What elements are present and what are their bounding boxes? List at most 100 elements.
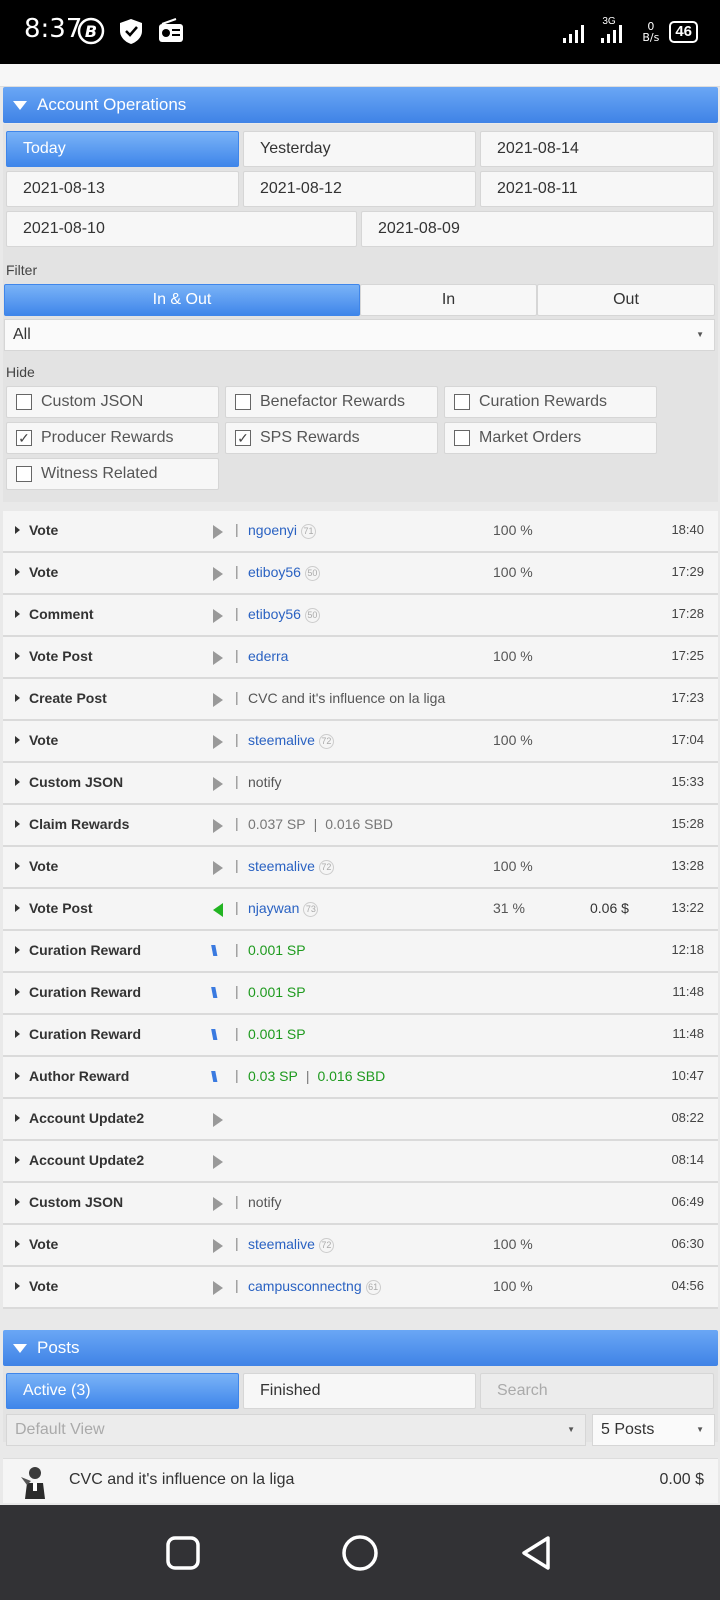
expand-arrow-icon[interactable]	[15, 778, 20, 786]
search-input[interactable]: Search	[480, 1373, 714, 1409]
expand-arrow-icon[interactable]	[15, 946, 20, 954]
operation-row[interactable]: Comment | etiboy56 50 17:28	[3, 595, 718, 637]
operation-row[interactable]: Account Update2 08:22	[3, 1099, 718, 1141]
expand-arrow-icon[interactable]	[15, 694, 20, 702]
filter-tab-in[interactable]: In	[360, 284, 537, 316]
svg-text:B: B	[85, 22, 97, 41]
date-button[interactable]: 2021-08-09	[361, 211, 714, 247]
date-button[interactable]: 2021-08-12	[243, 171, 476, 207]
filter-type-select[interactable]: All ▼	[4, 319, 715, 351]
username-link[interactable]: njaywan	[248, 900, 299, 916]
radio-icon	[159, 18, 183, 42]
operation-row[interactable]: Vote | steemalive 72 100 % 17:04	[3, 721, 718, 763]
checkbox-box	[235, 394, 251, 410]
expand-arrow-icon[interactable]	[15, 1114, 20, 1122]
hide-market-orders-checkbox[interactable]: Market Orders	[444, 422, 657, 454]
posts-header[interactable]: Posts	[3, 1330, 718, 1366]
expand-arrow-icon[interactable]	[15, 652, 20, 660]
vote-weight: 31 %	[493, 900, 525, 916]
expand-arrow-icon[interactable]	[15, 736, 20, 744]
tab-active-posts[interactable]: Active (3)	[6, 1373, 239, 1409]
date-button[interactable]: 2021-08-11	[480, 171, 714, 207]
username-link[interactable]: campusconnectng	[248, 1278, 362, 1294]
expand-arrow-icon[interactable]	[15, 610, 20, 618]
username-link[interactable]: steemalive	[248, 858, 315, 874]
operation-row[interactable]: Curation Reward \\\ | 0.001 SP 11:48	[3, 973, 718, 1015]
date-button[interactable]: 2021-08-10	[6, 211, 357, 247]
vote-value: 0.06 $	[590, 900, 629, 916]
operation-row[interactable]: Custom JSON | notify 06:49	[3, 1183, 718, 1225]
date-button[interactable]: 2021-08-14	[480, 131, 714, 167]
reward-sp: 0.03 SP	[248, 1068, 298, 1084]
expand-arrow-icon[interactable]	[15, 820, 20, 828]
username-link[interactable]: steemalive	[248, 732, 315, 748]
username-link[interactable]: ederra	[248, 648, 288, 664]
operation-detail: notify	[248, 1194, 282, 1210]
hide-benefactor-rewards-checkbox[interactable]: Benefactor Rewards	[225, 386, 438, 418]
account-operations-header[interactable]: Account Operations	[3, 87, 718, 123]
filter-tab-in-out[interactable]: In & Out	[4, 284, 360, 316]
expand-arrow-icon[interactable]	[15, 1198, 20, 1206]
operation-row[interactable]: Curation Reward \\\ | 0.001 SP 11:48	[3, 1015, 718, 1057]
reward-sbd: 0.016 SBD	[317, 1068, 386, 1084]
operation-row[interactable]: Account Update2 08:14	[3, 1141, 718, 1183]
hide-witness-related-checkbox[interactable]: Witness Related	[6, 458, 219, 490]
username-link[interactable]: ngoenyi	[248, 522, 297, 538]
username-link[interactable]: etiboy56	[248, 564, 301, 580]
home-icon[interactable]	[340, 1533, 380, 1573]
expand-arrow-icon[interactable]	[15, 988, 20, 996]
operation-row[interactable]: Vote Post | njaywan 73 31 % 0.06 $ 13:22	[3, 889, 718, 931]
operation-type: Vote Post	[29, 900, 93, 916]
operation-type: Curation Reward	[29, 942, 142, 958]
operation-row[interactable]: Author Reward \\\ | 0.03 SP | 0.016 SBD 10:47	[3, 1057, 718, 1099]
username-link[interactable]: steemalive	[248, 1236, 315, 1252]
expand-arrow-icon[interactable]	[15, 1282, 20, 1290]
date-button-today[interactable]: Today	[6, 131, 239, 167]
expand-arrow-icon[interactable]	[15, 1030, 20, 1038]
expand-arrow-icon[interactable]	[15, 904, 20, 912]
post-row[interactable]: CVC and it's influence on la liga 0.00 $	[3, 1458, 718, 1503]
operation-type: Vote	[29, 522, 59, 538]
vote-weight: 100 %	[493, 564, 533, 580]
operation-row[interactable]: Curation Reward \\\ | 0.001 SP 12:18	[3, 931, 718, 973]
operation-row[interactable]: Vote | campusconnectng 61 100 % 04:56	[3, 1267, 718, 1309]
reputation-badge: 61	[365, 1280, 381, 1295]
expand-arrow-icon[interactable]	[15, 1240, 20, 1248]
operation-row[interactable]: Vote Post | ederra 100 % 17:25	[3, 637, 718, 679]
date-button[interactable]: 2021-08-13	[6, 171, 239, 207]
separator: |	[305, 1068, 310, 1084]
operation-row[interactable]: Claim Rewards | 0.037 SP | 0.016 SBD 15:28	[3, 805, 718, 847]
reputation-badge: 72	[318, 734, 334, 749]
hide-curation-rewards-checkbox[interactable]: Curation Rewards	[444, 386, 657, 418]
back-icon[interactable]	[517, 1533, 557, 1573]
collapse-triangle-icon	[13, 100, 27, 110]
separator: |	[235, 857, 239, 873]
expand-arrow-icon[interactable]	[15, 1156, 20, 1164]
outgoing-arrow-icon	[213, 777, 223, 791]
expand-arrow-icon[interactable]	[15, 862, 20, 870]
hide-sps-rewards-checkbox[interactable]: ✓ SPS Rewards	[225, 422, 438, 454]
expand-arrow-icon[interactable]	[15, 526, 20, 534]
recent-apps-icon[interactable]	[163, 1533, 203, 1573]
operation-row[interactable]: Vote | steemalive 72 100 % 13:28	[3, 847, 718, 889]
operation-row[interactable]: Create Post | CVC and it's influence on la…	[3, 679, 718, 721]
username-link[interactable]: etiboy56	[248, 606, 301, 622]
tab-finished-posts[interactable]: Finished	[243, 1373, 476, 1409]
operation-value: 0.001 SP	[248, 1026, 306, 1042]
filter-tab-out[interactable]: Out	[537, 284, 715, 316]
operation-row[interactable]: Vote | ngoenyi 71 100 % 18:40	[3, 511, 718, 553]
post-title[interactable]: CVC and it's influence on la liga	[69, 1471, 294, 1489]
post-count-select[interactable]: 5 Posts ▼	[592, 1414, 715, 1446]
operation-row[interactable]: Custom JSON | notify 15:33	[3, 763, 718, 805]
hide-custom-json-checkbox[interactable]: Custom JSON	[6, 386, 219, 418]
clock: 8:37	[24, 14, 83, 44]
operation-row[interactable]: Vote | steemalive 72 100 % 06:30	[3, 1225, 718, 1267]
expand-arrow-icon[interactable]	[15, 568, 20, 576]
date-button-yesterday[interactable]: Yesterday	[243, 131, 476, 167]
separator: |	[235, 647, 239, 663]
operation-type: Comment	[29, 606, 94, 622]
hide-producer-rewards-checkbox[interactable]: ✓ Producer Rewards	[6, 422, 219, 454]
expand-arrow-icon[interactable]	[15, 1072, 20, 1080]
view-select[interactable]: Default View ▼	[6, 1414, 586, 1446]
operation-row[interactable]: Vote | etiboy56 50 100 % 17:29	[3, 553, 718, 595]
